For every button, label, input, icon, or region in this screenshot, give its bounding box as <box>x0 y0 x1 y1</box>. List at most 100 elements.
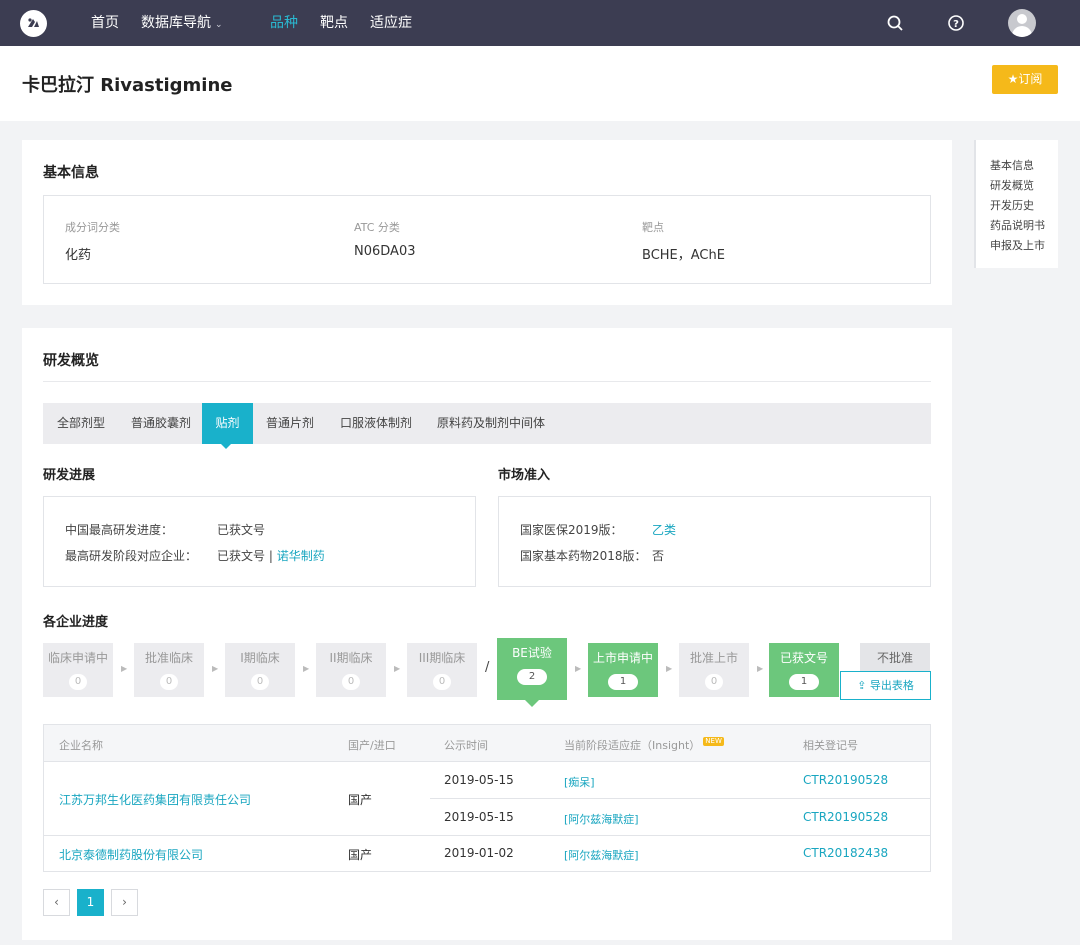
stage-be-trial[interactable]: BE试验 2 <box>497 638 567 700</box>
rd-overview-title: 研发概览 <box>43 353 99 369</box>
company-progress-title: 各企业进度 <box>43 615 109 630</box>
stage-clinical-approved[interactable]: 批准临床 0 <box>134 643 204 697</box>
stage-approval-number[interactable]: 已获文号 1 <box>769 643 839 697</box>
svg-text:?: ? <box>953 19 959 30</box>
chevron-right-icon: ▶ <box>212 664 219 673</box>
stage-name: 不批准 <box>876 651 913 665</box>
indication-link[interactable]: [阿尔兹海默症] <box>564 847 639 863</box>
date-cell: 2019-05-15 <box>444 810 514 824</box>
stage-name: I期临床 <box>240 651 280 665</box>
company-table: 企业名称 国产/进口 公示时间 当前阶段适应症（Insight） NEW 相关登记… <box>43 724 931 872</box>
new-badge: NEW <box>703 737 724 746</box>
export-icon: ⇪ <box>857 679 867 692</box>
stage-marketing-application[interactable]: 上市申请中 1 <box>588 643 658 697</box>
indication-link[interactable]: [痴呆] <box>564 774 595 790</box>
avatar[interactable] <box>1008 9 1036 37</box>
subscribe-label: 订阅 <box>1018 72 1043 86</box>
field-value-target: BCHE，AChE <box>642 248 725 263</box>
stage-active-pointer <box>525 700 539 707</box>
tab-oral-liquid[interactable]: 口服液体制剂 <box>340 403 412 444</box>
row-divider <box>430 798 930 799</box>
th-registration: 相关登记号 <box>803 739 858 752</box>
field-value-class: 化药 <box>65 248 92 263</box>
help-icon[interactable]: ? <box>947 14 965 32</box>
stage-phase-3[interactable]: III期临床 0 <box>407 643 477 697</box>
rd-progress-status: 已获文号 | <box>217 549 273 563</box>
stage-count: 0 <box>160 674 178 690</box>
side-nav-filing[interactable]: 申报及上市 <box>990 237 1045 253</box>
side-nav-history[interactable]: 开发历史 <box>990 197 1034 213</box>
registration-link[interactable]: CTR20190528 <box>803 810 888 824</box>
stage-name: 批准上市 <box>689 651 738 665</box>
rd-progress-box <box>43 496 476 587</box>
rd-progress-value-2: 已获文号 | 诺华制药 <box>217 547 325 564</box>
logo-icon[interactable] <box>20 10 47 37</box>
stage-phase-2[interactable]: II期临床 0 <box>316 643 386 697</box>
row-divider <box>44 835 930 836</box>
nav-database-label: 数据库导航 <box>141 15 211 31</box>
indication-link[interactable]: [阿尔兹海默症] <box>564 811 639 827</box>
prev-page-button[interactable]: ‹ <box>43 889 70 916</box>
chevron-right-icon: ▶ <box>394 664 401 673</box>
field-label-atc: ATC 分类 <box>354 221 400 234</box>
date-cell: 2019-01-02 <box>444 846 514 860</box>
chevron-right-icon: ▶ <box>121 664 128 673</box>
stage-name: 上市申请中 <box>592 651 653 665</box>
page-1-button[interactable]: 1 <box>77 889 104 916</box>
basic-info-box <box>43 195 931 284</box>
chevron-right-icon: ▶ <box>575 664 582 673</box>
stage-marketing-approved[interactable]: 批准上市 0 <box>679 643 749 697</box>
side-nav-rd-overview[interactable]: 研发概览 <box>990 177 1034 193</box>
registration-link[interactable]: CTR20182438 <box>803 846 888 860</box>
chevron-right-icon: ▶ <box>666 664 673 673</box>
company-link[interactable]: 北京泰德制药股份有限公司 <box>59 846 203 863</box>
nav-database[interactable]: 数据库导航 ⌄ <box>141 0 223 46</box>
nav-indications[interactable]: 适应症 <box>370 0 412 46</box>
subscribe-button[interactable]: ★订阅 <box>992 65 1058 94</box>
tab-tablet[interactable]: 普通片剂 <box>266 403 314 444</box>
stage-name: BE试验 <box>512 646 552 660</box>
market-value-2: 否 <box>652 549 665 563</box>
rd-progress-title: 研发进展 <box>43 468 96 483</box>
nav-varieties[interactable]: 品种 <box>270 0 298 46</box>
tab-all-forms[interactable]: 全部剂型 <box>57 403 105 444</box>
export-table-button[interactable]: ⇪ 导出表格 <box>840 671 931 700</box>
stage-clinical-application[interactable]: 临床申请中 0 <box>43 643 113 697</box>
search-icon[interactable] <box>886 14 904 32</box>
tab-patch[interactable]: 贴剂 <box>202 403 253 444</box>
field-value-atc: N06DA03 <box>354 244 416 259</box>
th-indication-label: 当前阶段适应症（Insight） <box>564 739 701 752</box>
market-label-1: 国家医保2019版： <box>520 523 623 537</box>
side-nav-label[interactable]: 药品说明书 <box>990 217 1045 233</box>
th-origin: 国产/进口 <box>348 739 396 752</box>
side-nav-basic-info[interactable]: 基本信息 <box>990 157 1034 173</box>
tab-active-pointer <box>221 444 231 449</box>
nav-targets[interactable]: 靶点 <box>320 0 348 46</box>
stage-phase-1[interactable]: I期临床 0 <box>225 643 295 697</box>
stage-rejected[interactable]: 不批准 <box>860 643 930 673</box>
side-nav: 基本信息 研发概览 开发历史 药品说明书 申报及上市 <box>974 140 1058 268</box>
field-label-class: 成分词分类 <box>65 221 120 234</box>
rd-progress-label-2: 最高研发阶段对应企业： <box>65 549 198 563</box>
stage-name: 批准临床 <box>144 651 193 665</box>
th-company: 企业名称 <box>59 739 103 752</box>
nav-home[interactable]: 首页 <box>91 0 119 46</box>
insurance-class-link[interactable]: 乙类 <box>652 521 676 538</box>
top-nav: 首页 数据库导航 ⌄ 品种 靶点 适应症 ? <box>0 0 1080 46</box>
stage-name: II期临床 <box>329 651 373 665</box>
chevron-right-icon: ▶ <box>303 664 310 673</box>
tab-api[interactable]: 原料药及制剂中间体 <box>437 403 545 444</box>
next-page-button[interactable]: › <box>111 889 138 916</box>
star-icon: ★ <box>1007 72 1019 86</box>
stage-count: 0 <box>251 674 269 690</box>
registration-link[interactable]: CTR20190528 <box>803 773 888 787</box>
th-indication: 当前阶段适应症（Insight） NEW <box>564 737 724 753</box>
rd-progress-label-1: 中国最高研发进度： <box>65 523 174 537</box>
stage-count: 0 <box>433 674 451 690</box>
tab-capsule[interactable]: 普通胶囊剂 <box>131 403 191 444</box>
company-link[interactable]: 江苏万邦生化医药集团有限责任公司 <box>59 791 251 808</box>
company-link-novartis[interactable]: 诺华制药 <box>277 549 325 563</box>
field-label-target: 靶点 <box>642 221 664 234</box>
export-label: 导出表格 <box>869 679 914 692</box>
market-box <box>498 496 931 587</box>
